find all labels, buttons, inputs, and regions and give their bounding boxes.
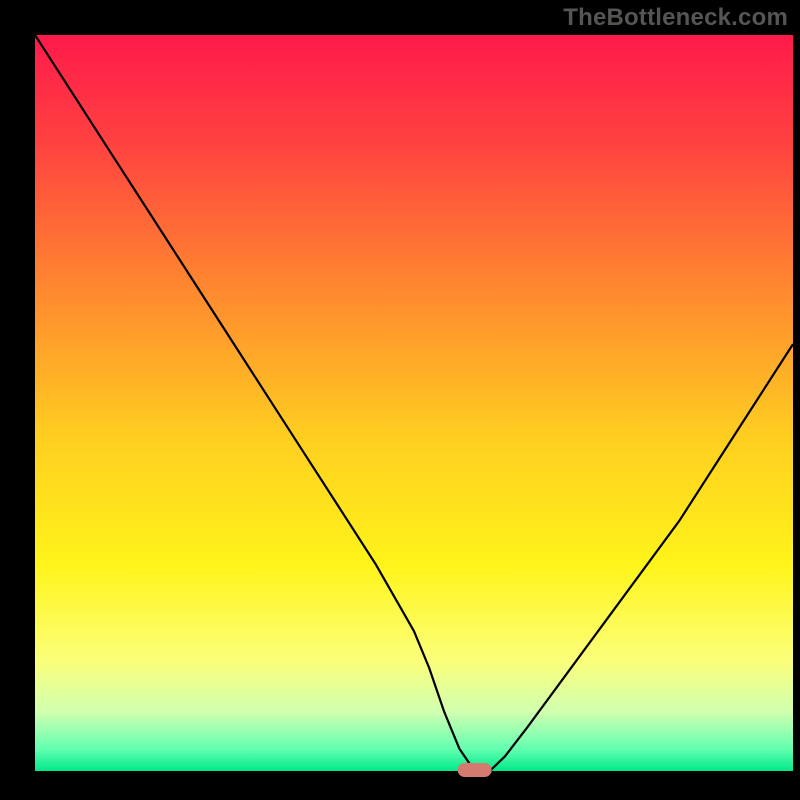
bottleneck-chart [0, 0, 800, 800]
chart-frame: TheBottleneck.com [0, 0, 800, 800]
plot-background [35, 35, 793, 771]
watermark-text: TheBottleneck.com [563, 4, 788, 32]
optimal-marker [458, 763, 492, 777]
